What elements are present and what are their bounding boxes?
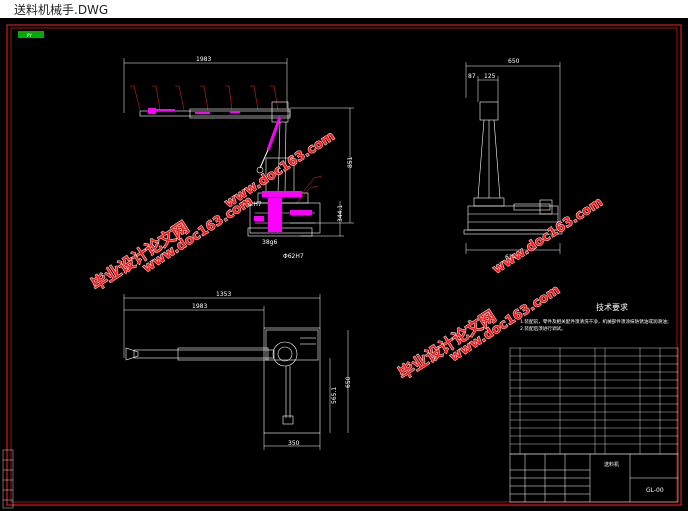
side-dim-a: 87 bbox=[468, 73, 476, 80]
tech-title: 技术要求 bbox=[596, 302, 628, 312]
front-view: 1983 851 344.1 Φ62H7 Φ62H7 38g6 bbox=[123, 56, 354, 260]
front-dim-hole2: Φ62H7 bbox=[283, 253, 304, 260]
drawing-sheet: PY 1983 851 344.1 Φ62H7 Φ62H7 38g6 650 8… bbox=[2, 24, 682, 509]
front-dim-shaft: 38g6 bbox=[262, 239, 277, 246]
top-view: 1353 1983 650 565.1 350 bbox=[123, 291, 352, 450]
watermark-4-url: www.doc163.com bbox=[490, 195, 606, 277]
title-block: 送料机 GL-00 bbox=[509, 453, 679, 503]
top-dim-arm: 1983 bbox=[192, 303, 207, 310]
tech-line-1: 1.装配前，零件及相关配件须清洗干净，机械部件须涂抹防锈油或润滑油； bbox=[520, 318, 671, 325]
front-dim-width: 1983 bbox=[196, 56, 211, 63]
top-dim-depth: 650 bbox=[345, 376, 352, 388]
sheet-tag: PY bbox=[27, 33, 32, 38]
watermark-4: www.doc163.com bbox=[490, 194, 607, 277]
front-dim-height: 851 bbox=[347, 156, 354, 168]
drawing-number: GL-00 bbox=[646, 487, 664, 494]
top-dim-base: 350 bbox=[288, 440, 300, 447]
side-dim-width: 650 bbox=[508, 58, 520, 65]
top-dim-total: 1353 bbox=[216, 291, 231, 298]
cad-canvas[interactable]: PY 1983 851 344.1 Φ62H7 Φ62H7 38g6 650 8… bbox=[0, 18, 688, 511]
left-revision-strip bbox=[2, 449, 14, 509]
window-titlebar: 送料机械手.DWG bbox=[0, 0, 688, 18]
window-title: 送料机械手.DWG bbox=[14, 3, 109, 17]
front-dim-base: 344.1 bbox=[337, 205, 344, 222]
top-dim-side: 565.1 bbox=[331, 387, 338, 404]
side-dim-b: 125 bbox=[484, 73, 496, 80]
parts-list bbox=[509, 347, 679, 455]
drawing-name: 送料机 bbox=[604, 461, 619, 468]
tech-line-2: 2.装配后须进行调试。 bbox=[520, 325, 566, 332]
